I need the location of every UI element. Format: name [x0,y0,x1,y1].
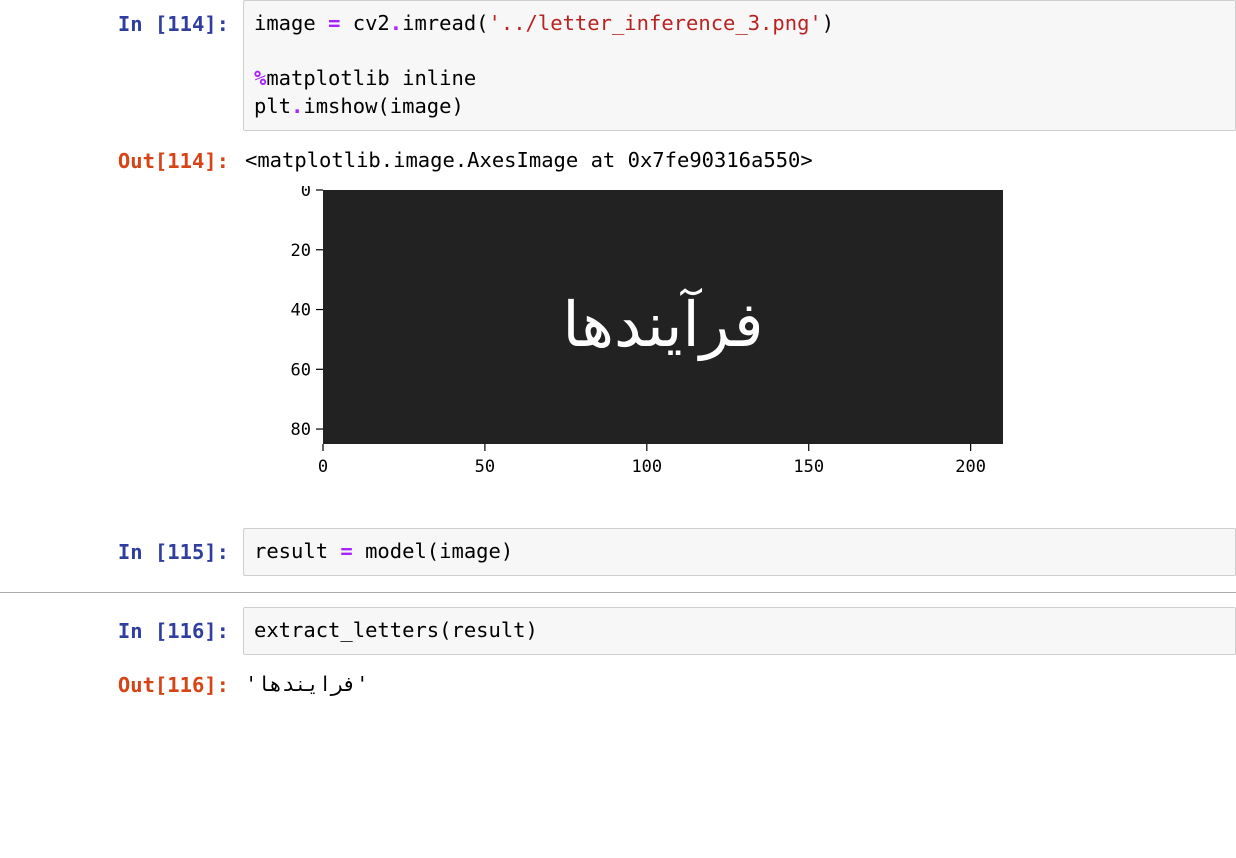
output-content: 'فرايندها' [243,661,1236,705]
svg-text:0: 0 [318,457,328,477]
axes-image-icon: فرآيندها 0 50 100 150 200 0 20 40 60 80 [263,186,1003,504]
code-content: result = model(image) [243,528,1236,576]
image-text: فرآيندها [562,287,763,362]
svg-text:80: 80 [291,420,311,440]
selected-cell-wrapper: In [116]: extract_letters(result) Out[11… [0,607,1236,714]
notebook: In [114]: image = cv2.imread('../letter_… [0,0,1236,858]
y-ticks: 0 20 40 60 80 [291,186,323,440]
output-prompt: Out[114]: [0,137,243,176]
svg-text:60: 60 [291,361,311,381]
code-editor[interactable]: image = cv2.imread('../letter_inference_… [243,0,1236,131]
matplotlib-figure: فرآيندها 0 50 100 150 200 0 20 40 60 80 [243,180,1236,504]
output-content: <matplotlib.image.AxesImage at 0x7fe9031… [243,137,1236,505]
output-cell: Out[116]: 'فرايندها' [0,661,1236,711]
code-content: extract_letters(result) [243,607,1236,655]
svg-text:20: 20 [291,241,311,261]
svg-text:100: 100 [631,457,662,477]
svg-text:50: 50 [475,457,495,477]
cell-divider [0,592,1236,593]
svg-text:150: 150 [793,457,824,477]
svg-text:40: 40 [291,301,311,321]
code-cell: In [115]: result = model(image) [0,528,1236,582]
input-prompt: In [115]: [0,528,243,567]
x-ticks: 0 50 100 150 200 [318,444,986,477]
output-text: <matplotlib.image.AxesImage at 0x7fe9031… [243,137,1236,181]
svg-text:200: 200 [955,457,986,477]
code-editor[interactable]: extract_letters(result) [243,607,1236,655]
output-text: 'فرايندها' [243,661,1236,705]
code-cell: In [116]: extract_letters(result) [0,607,1236,661]
svg-text:0: 0 [301,186,311,201]
code-cell: In [114]: image = cv2.imread('../letter_… [0,0,1236,137]
code-content: image = cv2.imread('../letter_inference_… [243,0,1236,131]
input-prompt: In [114]: [0,0,243,39]
code-editor[interactable]: result = model(image) [243,528,1236,576]
output-cell: Out[114]: <matplotlib.image.AxesImage at… [0,137,1236,511]
input-prompt: In [116]: [0,607,243,646]
output-prompt: Out[116]: [0,661,243,700]
